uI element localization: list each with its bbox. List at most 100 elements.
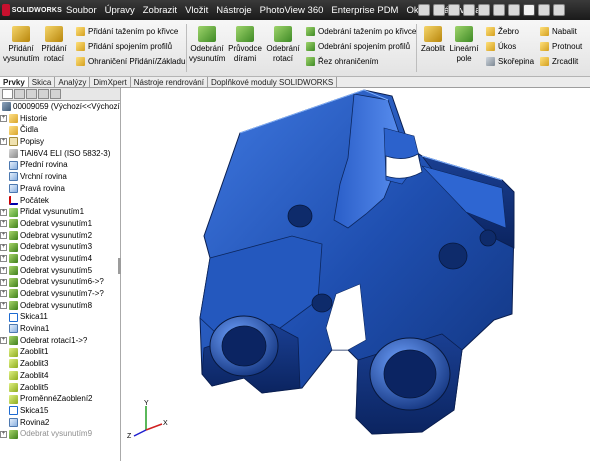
revolve-boss-button[interactable]: Přidání rotací (41, 26, 67, 64)
undo-icon[interactable] (478, 4, 490, 16)
expand-icon[interactable]: + (0, 302, 7, 310)
feature-tree-item[interactable]: Přední rovina (0, 159, 120, 171)
expand-icon[interactable]: + (0, 430, 7, 438)
linear-pattern-button[interactable]: Lineární pole (447, 26, 481, 64)
feature-tree-item[interactable]: Pravá rovina (0, 183, 120, 195)
expand-icon[interactable]: + (0, 255, 7, 263)
command-tab[interactable]: DimXpert (90, 77, 131, 87)
feature-tree-item[interactable]: Zaoblit5 (0, 382, 120, 394)
feature-tree-item-label: Přidat vysunutím1 (20, 207, 85, 217)
feature-tree-item[interactable]: TiAl6V4 ELI (ISO 5832-3) (0, 148, 120, 160)
feature-tree-item[interactable]: + Odebrat rotací1->? (0, 335, 120, 347)
fillet-button[interactable]: Zaoblit (419, 26, 447, 54)
feature-tree-item[interactable]: Zaoblit3 (0, 358, 120, 370)
pin-icon[interactable] (553, 4, 565, 16)
feature-tree-item[interactable]: Čidla (0, 124, 120, 136)
command-tab[interactable]: Analýzy (55, 77, 91, 87)
draft-button[interactable]: Úkos (486, 40, 516, 52)
feature-tree-item[interactable]: + Odebrat vysunutím4 (0, 253, 120, 265)
feature-tree-item[interactable]: + Historie (0, 113, 120, 125)
panel-splitter[interactable] (118, 258, 121, 274)
feature-tree-root[interactable]: 00009059 (Výchozí<<Výchozí (0, 101, 120, 113)
wrap-button[interactable]: Nabalit (540, 25, 577, 37)
command-tab[interactable]: Skica (29, 77, 56, 87)
intersect-button[interactable]: Protnout (540, 40, 582, 52)
display-manager-tab-icon[interactable] (50, 89, 61, 99)
feature-tree-item[interactable]: Zaoblit1 (0, 346, 120, 358)
open-file-icon[interactable] (433, 4, 445, 16)
feature-tree-item[interactable]: + Přidat vysunutím1 (0, 206, 120, 218)
command-tab[interactable]: Doplňkové moduly SOLIDWORKS (208, 77, 338, 87)
menu-item[interactable]: Zobrazit (139, 5, 181, 16)
menu-item[interactable]: PhotoView 360 (256, 5, 328, 16)
feature-tree-tab-icon[interactable] (2, 89, 13, 99)
feature-tree-item[interactable]: ProměnnéZaoblení2 (0, 393, 120, 405)
loft-boss-button[interactable]: Přidání spojením profilů (76, 40, 172, 52)
dimxpert-manager-tab-icon[interactable] (38, 89, 49, 99)
hole-wizard-button[interactable]: Průvodce dírami (227, 26, 263, 64)
new-file-icon[interactable] (418, 4, 430, 16)
expand-icon[interactable]: + (0, 220, 7, 228)
expand-icon[interactable]: + (0, 337, 7, 345)
feature-tree-item[interactable]: + Odebrat vysunutím9 (0, 428, 120, 440)
expand-icon[interactable]: + (0, 266, 7, 274)
menu-item[interactable]: Soubor (62, 5, 101, 16)
menu-item[interactable]: Enterprise PDM (327, 5, 402, 16)
file-properties-icon[interactable] (508, 4, 520, 16)
feature-tree-item[interactable]: Vrchní rovina (0, 171, 120, 183)
options-icon[interactable] (538, 4, 550, 16)
sweep-cut-button[interactable]: Odebrání tažením po křivce (306, 25, 416, 37)
property-manager-tab-icon[interactable] (14, 89, 25, 99)
configuration-manager-tab-icon[interactable] (26, 89, 37, 99)
boundary-cut-button[interactable]: Řez ohraničením (306, 55, 378, 67)
shell-button[interactable]: Skořepina (486, 55, 534, 67)
extrude-cut-button[interactable]: Odebrání vysunutím (189, 26, 225, 64)
command-tab[interactable]: Nástroje rendrování (131, 77, 208, 87)
menu-item[interactable]: Úpravy (101, 5, 139, 16)
extrude-boss-button[interactable]: Přidání vysunutím (3, 26, 39, 64)
save-icon[interactable] (448, 4, 460, 16)
select-icon[interactable] (523, 4, 535, 16)
sweep-boss-button[interactable]: Přidání tažením po křivce (76, 25, 178, 37)
print-icon[interactable] (463, 4, 475, 16)
mirror-button[interactable]: Zrcadlit (540, 55, 578, 67)
expand-icon[interactable]: + (0, 208, 7, 216)
expand-icon[interactable]: + (0, 231, 7, 239)
feature-tree-item[interactable]: Skica15 (0, 405, 120, 417)
feature-tree-item[interactable]: + Odebrat vysunutím3 (0, 241, 120, 253)
feature-tree-item[interactable]: + Popisy (0, 136, 120, 148)
feature-tree-item[interactable]: Skica11 (0, 311, 120, 323)
expand-icon[interactable]: + (0, 115, 7, 123)
rebuild-icon[interactable] (493, 4, 505, 16)
feature-tree-item[interactable]: + Odebrat vysunutím6->? (0, 276, 120, 288)
history-folder-icon (9, 114, 18, 124)
feature-tree-item[interactable]: Rovina2 (0, 417, 120, 429)
logo-text: SOLIDWORKS (11, 6, 62, 14)
expand-icon[interactable]: + (0, 138, 7, 146)
loft-boss-label: Přidání spojením profilů (88, 41, 173, 51)
expand-icon[interactable]: + (0, 290, 7, 298)
feature-tree-item[interactable]: + Odebrat vysunutím7->? (0, 288, 120, 300)
revolve-cut-button[interactable]: Odebrání rotací (265, 26, 301, 64)
expand-icon[interactable]: + (0, 243, 7, 251)
feature-tree-item[interactable]: Počátek (0, 195, 120, 207)
graphics-area[interactable]: Y X Z (122, 88, 590, 461)
feature-tree-item[interactable]: Zaoblit4 (0, 370, 120, 382)
menu-item[interactable]: Nástroje (212, 5, 255, 16)
feature-tree-item[interactable]: + Odebrat vysunutím8 (0, 300, 120, 312)
feature-tree-item[interactable]: + Odebrat vysunutím1 (0, 218, 120, 230)
command-tab[interactable]: Prvky (0, 77, 29, 87)
wrap-icon (540, 26, 549, 36)
solidworks-logo[interactable]: SOLIDWORKS (2, 2, 62, 18)
boundary-boss-button[interactable]: Ohraničení Přidání/Základu (76, 55, 185, 67)
expand-icon[interactable]: + (0, 278, 7, 286)
feature-tree-item-label: Čidla (20, 125, 39, 135)
feature-tree-item[interactable]: Rovina1 (0, 323, 120, 335)
feature-tree-item[interactable]: + Odebrat vysunutím2 (0, 230, 120, 242)
feature-tree-item-label: Skica15 (20, 405, 49, 415)
rib-button[interactable]: Žebro (486, 25, 519, 37)
feature-tree-item-label: Zaoblit3 (20, 359, 49, 369)
feature-tree-item[interactable]: + Odebrat vysunutím5 (0, 265, 120, 277)
loft-cut-button[interactable]: Odebrání spojením profilů (306, 40, 410, 52)
menu-item[interactable]: Vložit (181, 5, 212, 16)
